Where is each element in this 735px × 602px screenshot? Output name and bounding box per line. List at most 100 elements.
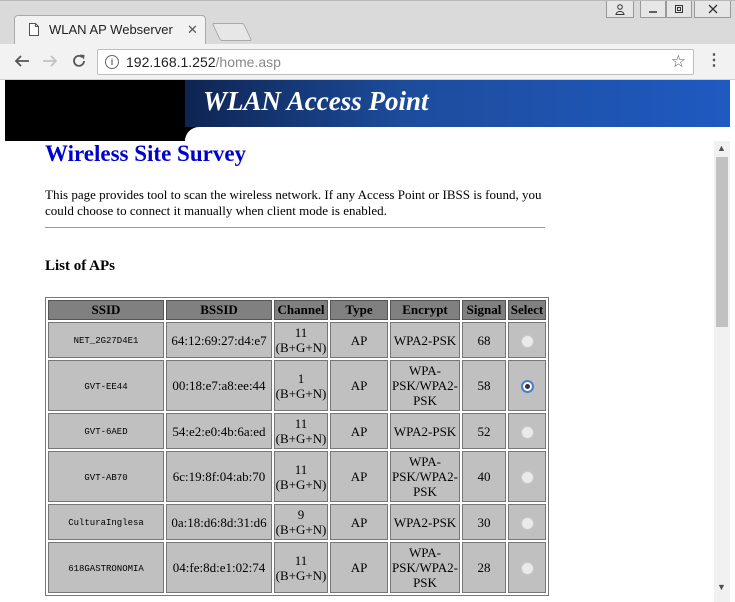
bssid-cell: 64:12:69:27:d4:e7 xyxy=(166,322,272,358)
table-row[interactable]: GVT-AB70 6c:19:8f:04:ab:70 11 (B+G+N) AP WPA-… xyxy=(48,451,546,502)
ssid-text: GVT-EE44 xyxy=(84,381,128,392)
bssid-cell: 04:fe:8d:e1:02:74 xyxy=(166,542,272,593)
encrypt-cell: WPA2-PSK xyxy=(390,322,460,358)
bssid-cell: 0a:18:d6:8d:31:d6 xyxy=(166,504,272,540)
select-radio[interactable] xyxy=(520,380,534,394)
type-cell: AP xyxy=(330,360,388,411)
url-path: /home.asp xyxy=(215,54,281,70)
type-cell: AP xyxy=(330,322,388,358)
select-radio[interactable] xyxy=(520,334,534,348)
tab-close-icon[interactable]: ✕ xyxy=(187,22,198,38)
reload-icon[interactable] xyxy=(71,51,87,74)
scroll-down-arrow-icon[interactable]: ▼ xyxy=(717,582,726,592)
scroll-up-arrow-icon[interactable]: ▲ xyxy=(717,143,726,153)
signal-cell: 30 xyxy=(462,504,506,540)
column-header-type: Type xyxy=(330,300,388,320)
banner-title: WLAN Access Point xyxy=(203,86,429,116)
select-cell xyxy=(508,322,546,358)
column-header-ssid: SSID xyxy=(48,300,164,320)
channel-band: (B+G+N) xyxy=(275,431,327,446)
table-row[interactable]: 618GASTRONOMIA 04:fe:8d:e1:02:74 11 (B+G+N)… xyxy=(48,542,546,593)
url-host: 192.168.1.252 xyxy=(126,54,216,70)
channel-cell: 11 (B+G+N) xyxy=(274,413,328,449)
table-row[interactable]: NET_2G27D4E1 64:12:69:27:d4:e7 11 (B+G+N) AP… xyxy=(48,322,546,358)
url-text[interactable]: 192.168.1.252/home.asp xyxy=(126,54,281,70)
channel-band: (B+G+N) xyxy=(275,340,327,355)
bookmark-star-icon[interactable]: ☆ xyxy=(671,52,686,72)
bssid-cell: 6c:19:8f:04:ab:70 xyxy=(166,451,272,502)
profile-icon[interactable] xyxy=(606,1,634,18)
table-row[interactable]: GVT-6AED 54:e2:e0:4b:6a:ed 11 (B+G+N) AP WPA2… xyxy=(48,413,546,449)
select-cell xyxy=(508,504,546,540)
encrypt-cell: WPA-PSK/WPA2-PSK xyxy=(390,451,460,502)
channel-band: (B+G+N) xyxy=(275,476,327,492)
banner-curve xyxy=(185,127,209,141)
page-description: This page provides tool to scan the wire… xyxy=(45,187,542,218)
type-cell: AP xyxy=(330,451,388,502)
table-row[interactable]: CulturaInglesa 0a:18:d6:8d:31:d6 9 (B+G+N) A… xyxy=(48,504,546,540)
select-cell xyxy=(508,360,546,411)
encrypt-cell: WPA-PSK/WPA2-PSK xyxy=(390,360,460,411)
select-cell xyxy=(508,542,546,593)
ssid-text: GVT-AB70 xyxy=(84,472,128,483)
browser-tab[interactable]: WLAN AP Webserver ✕ xyxy=(14,15,206,45)
channel-number: 11 xyxy=(294,552,308,568)
select-radio[interactable] xyxy=(520,471,534,485)
scroll-thumb[interactable] xyxy=(716,157,728,327)
column-header-channel: Channel xyxy=(274,300,328,320)
type-cell: AP xyxy=(330,504,388,540)
forward-arrow-icon[interactable] xyxy=(42,51,58,73)
signal-cell: 28 xyxy=(462,542,506,593)
browser-toolbar: i 192.168.1.252/home.asp ☆ ⋮ xyxy=(0,44,735,80)
new-tab-button[interactable] xyxy=(211,23,253,41)
select-cell xyxy=(508,413,546,449)
ssid-text: 618GASTRONOMIA xyxy=(68,563,144,574)
type-cell: AP xyxy=(330,413,388,449)
ap-table: SSID BSSID Channel Type Encrypt Signal Select … xyxy=(45,297,549,596)
back-arrow-icon[interactable] xyxy=(14,51,30,73)
type-cell: AP xyxy=(330,542,388,593)
column-header-encrypt: Encrypt xyxy=(390,300,460,320)
column-header-signal: Signal xyxy=(462,300,506,320)
vertical-scrollbar[interactable]: ▲ ▼ xyxy=(714,141,730,602)
bssid-cell: 00:18:e7:a8:ee:44 xyxy=(166,360,272,411)
page-icon xyxy=(29,23,39,36)
close-window-button[interactable] xyxy=(694,1,731,18)
ssid-cell: 618GASTRONOMIA xyxy=(48,542,164,593)
column-header-bssid: BSSID xyxy=(166,300,272,320)
channel-number: 11 xyxy=(294,416,308,431)
channel-band: (B+G+N) xyxy=(275,385,327,401)
address-bar[interactable]: i 192.168.1.252/home.asp ☆ xyxy=(97,49,694,75)
channel-number: 9 xyxy=(297,507,305,522)
ssid-cell: NET_2G27D4E1 xyxy=(48,322,164,358)
menu-kebab-icon[interactable]: ⋮ xyxy=(706,52,722,70)
maximize-button[interactable] xyxy=(666,1,692,18)
channel-cell: 11 (B+G+N) xyxy=(274,542,328,593)
page-title: Wireless Site Survey xyxy=(45,141,247,166)
channel-band: (B+G+N) xyxy=(275,522,327,537)
bssid-cell: 54:e2:e0:4b:6a:ed xyxy=(166,413,272,449)
list-title: List of APs xyxy=(45,258,116,274)
table-row[interactable]: GVT-EE44 00:18:e7:a8:ee:44 1 (B+G+N) AP WPA-P… xyxy=(48,360,546,411)
select-radio[interactable] xyxy=(520,516,534,530)
encrypt-cell: WPA-PSK/WPA2-PSK xyxy=(390,542,460,593)
signal-cell: 68 xyxy=(462,322,506,358)
encrypt-cell: WPA2-PSK xyxy=(390,413,460,449)
tab-title: WLAN AP Webserver xyxy=(49,22,173,37)
divider xyxy=(45,227,545,228)
channel-cell: 11 (B+G+N) xyxy=(274,451,328,502)
column-header-select: Select xyxy=(508,300,546,320)
ssid-text: NET_2G27D4E1 xyxy=(73,336,139,346)
channel-number: 1 xyxy=(297,370,305,386)
select-radio[interactable] xyxy=(520,562,534,576)
minimize-button[interactable] xyxy=(640,1,666,18)
channel-cell: 1 (B+G+N) xyxy=(274,360,328,411)
select-cell xyxy=(508,451,546,502)
page-banner: WLAN Access Point xyxy=(5,80,730,141)
channel-number: 11 xyxy=(294,325,308,340)
select-radio[interactable] xyxy=(520,425,534,439)
signal-cell: 52 xyxy=(462,413,506,449)
ssid-cell: GVT-6AED xyxy=(48,413,164,449)
channel-band: (B+G+N) xyxy=(275,567,327,583)
info-icon[interactable]: i xyxy=(105,55,119,69)
